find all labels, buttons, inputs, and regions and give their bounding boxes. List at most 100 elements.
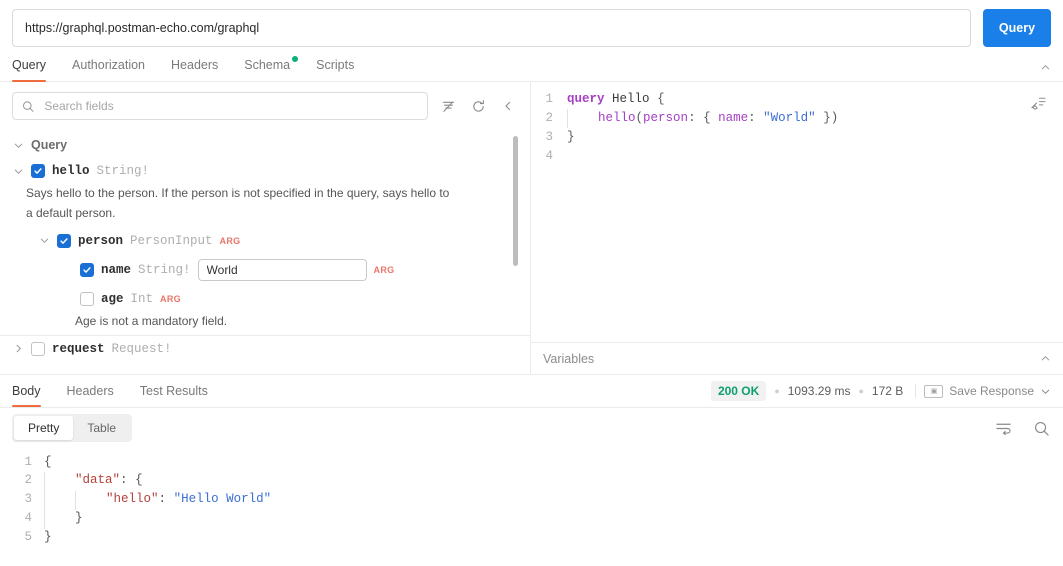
chevron-down-icon[interactable] <box>12 139 24 151</box>
arg-badge-name: ARG <box>373 264 395 275</box>
expand-variables-button[interactable] <box>1040 353 1051 364</box>
token-paren: ( <box>635 111 644 125</box>
search-response-button[interactable] <box>1031 418 1051 438</box>
response-view-mode-switch: Pretty Table <box>12 414 133 442</box>
tree-row-age[interactable]: age Int ARG <box>0 286 530 312</box>
schema-explorer-pane: Query hello String! Says hello to the <box>0 82 531 374</box>
line-number: 3 <box>24 491 32 506</box>
arg-badge-person: ARG <box>219 235 241 246</box>
code-line-4: 4 <box>531 147 1063 166</box>
checkbox-person[interactable] <box>57 233 71 248</box>
token-colon: : <box>158 491 167 506</box>
chevron-down-icon[interactable] <box>12 165 24 177</box>
graphql-code-editor[interactable]: 1 query Hello { 2 hello(person: { name: … <box>531 82 1063 342</box>
schema-search-row <box>0 82 530 128</box>
chevron-down-icon[interactable] <box>1040 386 1051 397</box>
tree-root-label: Query <box>31 138 68 152</box>
field-name-request: request <box>52 341 105 356</box>
tree-row-name[interactable]: name String! ARG <box>0 254 530 286</box>
code-line-1: 1 query Hello { <box>531 90 1063 109</box>
request-main-area: Query hello String! Says hello to the <box>0 82 1063 374</box>
search-fields-input[interactable] <box>42 98 418 114</box>
wrap-lines-button[interactable] <box>993 418 1013 438</box>
token-json-key: "data" <box>75 472 121 487</box>
view-mode-table[interactable]: Table <box>73 416 130 440</box>
tab-query[interactable]: Query <box>12 58 59 82</box>
chevron-right-icon[interactable] <box>12 343 24 355</box>
url-input[interactable]: https://graphql.postman-echo.com/graphql <box>12 9 971 47</box>
search-fields-box[interactable] <box>12 92 428 120</box>
field-description-age: Age is not a mandatory field. <box>75 313 228 328</box>
variables-bar[interactable]: Variables <box>531 342 1063 374</box>
response-body-viewer[interactable]: 1 { 2 "data": { 3 "hello": "Hello World"… <box>0 448 1063 548</box>
beautify-query-button[interactable] <box>1025 90 1051 116</box>
response-tool-icons <box>993 418 1051 438</box>
checkbox-age[interactable] <box>80 291 94 306</box>
tab-authorization[interactable]: Authorization <box>59 58 158 81</box>
field-type-hello: String! <box>96 164 150 178</box>
line-number: 2 <box>24 472 32 487</box>
url-bar-row: https://graphql.postman-echo.com/graphql… <box>0 0 1063 48</box>
schema-status-dot-icon <box>292 56 299 62</box>
tree-row-person[interactable]: person PersonInput ARG <box>0 228 530 254</box>
view-mode-pretty[interactable]: Pretty <box>14 416 74 440</box>
code-content: } <box>44 529 52 547</box>
filter-fields-button[interactable] <box>438 96 458 116</box>
filter-sort-icon <box>442 101 454 112</box>
collapse-request-panel-button[interactable] <box>1040 62 1051 81</box>
response-meta: 200 OK ● 1093.29 ms ● 172 B ▣ Save Respo… <box>710 381 1051 401</box>
checkbox-name[interactable] <box>80 262 94 277</box>
tab-headers[interactable]: Headers <box>158 58 231 81</box>
response-size[interactable]: 172 B <box>872 384 903 398</box>
response-tab-bar: Body Headers Test Results 200 OK ● 1093.… <box>0 374 1063 408</box>
line-number: 4 <box>24 510 32 525</box>
line-number: 3 <box>545 130 553 144</box>
field-type-name: String! <box>138 262 191 277</box>
graphql-request-builder: https://graphql.postman-echo.com/graphql… <box>0 0 1063 566</box>
checkbox-hello[interactable] <box>31 164 45 178</box>
tree-row-request[interactable]: request Request! <box>0 335 530 361</box>
line-number: 5 <box>24 529 32 544</box>
tab-authorization-label: Authorization <box>72 58 146 72</box>
line-number: 4 <box>545 149 553 163</box>
response-tab-body[interactable]: Body <box>12 375 54 407</box>
response-tab-headers[interactable]: Headers <box>54 375 127 407</box>
arg-value-input-name[interactable] <box>197 258 367 281</box>
response-tab-test-results[interactable]: Test Results <box>127 375 221 407</box>
response-time[interactable]: 1093.29 ms <box>788 384 851 398</box>
line-number: 2 <box>545 111 553 125</box>
tab-scripts[interactable]: Scripts <box>303 58 367 81</box>
schema-tree-scrollbar[interactable] <box>513 136 518 266</box>
tab-schema[interactable]: Schema <box>231 56 303 81</box>
tree-row-query-root[interactable]: Query <box>0 132 530 158</box>
tree-row-hello[interactable]: hello String! <box>0 158 530 184</box>
beautify-broom-icon <box>1031 97 1046 110</box>
check-icon <box>83 266 91 273</box>
save-disk-icon: ▣ <box>924 384 944 398</box>
refresh-schema-button[interactable] <box>468 96 488 116</box>
token-field: hello <box>598 111 636 125</box>
code-content: hello(person: { name: "World" }) <box>567 109 838 128</box>
status-badge[interactable]: 200 OK <box>710 381 767 401</box>
meta-separator-icon: ● <box>774 386 780 396</box>
checkbox-request[interactable] <box>31 341 45 356</box>
tab-headers-label: Headers <box>171 58 219 72</box>
token-brace: } <box>75 510 83 525</box>
check-icon <box>34 168 42 174</box>
code-line-2: 2 hello(person: { name: "World" }) <box>531 109 1063 128</box>
refresh-icon <box>472 99 484 112</box>
chevron-down-icon[interactable] <box>38 235 50 247</box>
token-colon: : <box>748 111 756 125</box>
save-response-button[interactable]: ▣ Save Response <box>915 384 1051 398</box>
field-name-name: name <box>101 262 132 277</box>
tab-scripts-label: Scripts <box>316 58 355 72</box>
field-type-request: Request! <box>111 341 172 356</box>
token-json-key: "hello" <box>106 491 159 506</box>
request-tab-bar: Query Authorization Headers Schema Scrip… <box>0 48 1063 82</box>
chevron-up-icon <box>1041 64 1050 70</box>
send-query-button[interactable]: Query <box>983 9 1051 47</box>
token-arg: person <box>643 111 689 125</box>
collapse-explorer-button[interactable] <box>498 96 518 116</box>
token-json-string: "Hello World" <box>173 491 272 506</box>
chevron-left-icon <box>505 101 511 111</box>
